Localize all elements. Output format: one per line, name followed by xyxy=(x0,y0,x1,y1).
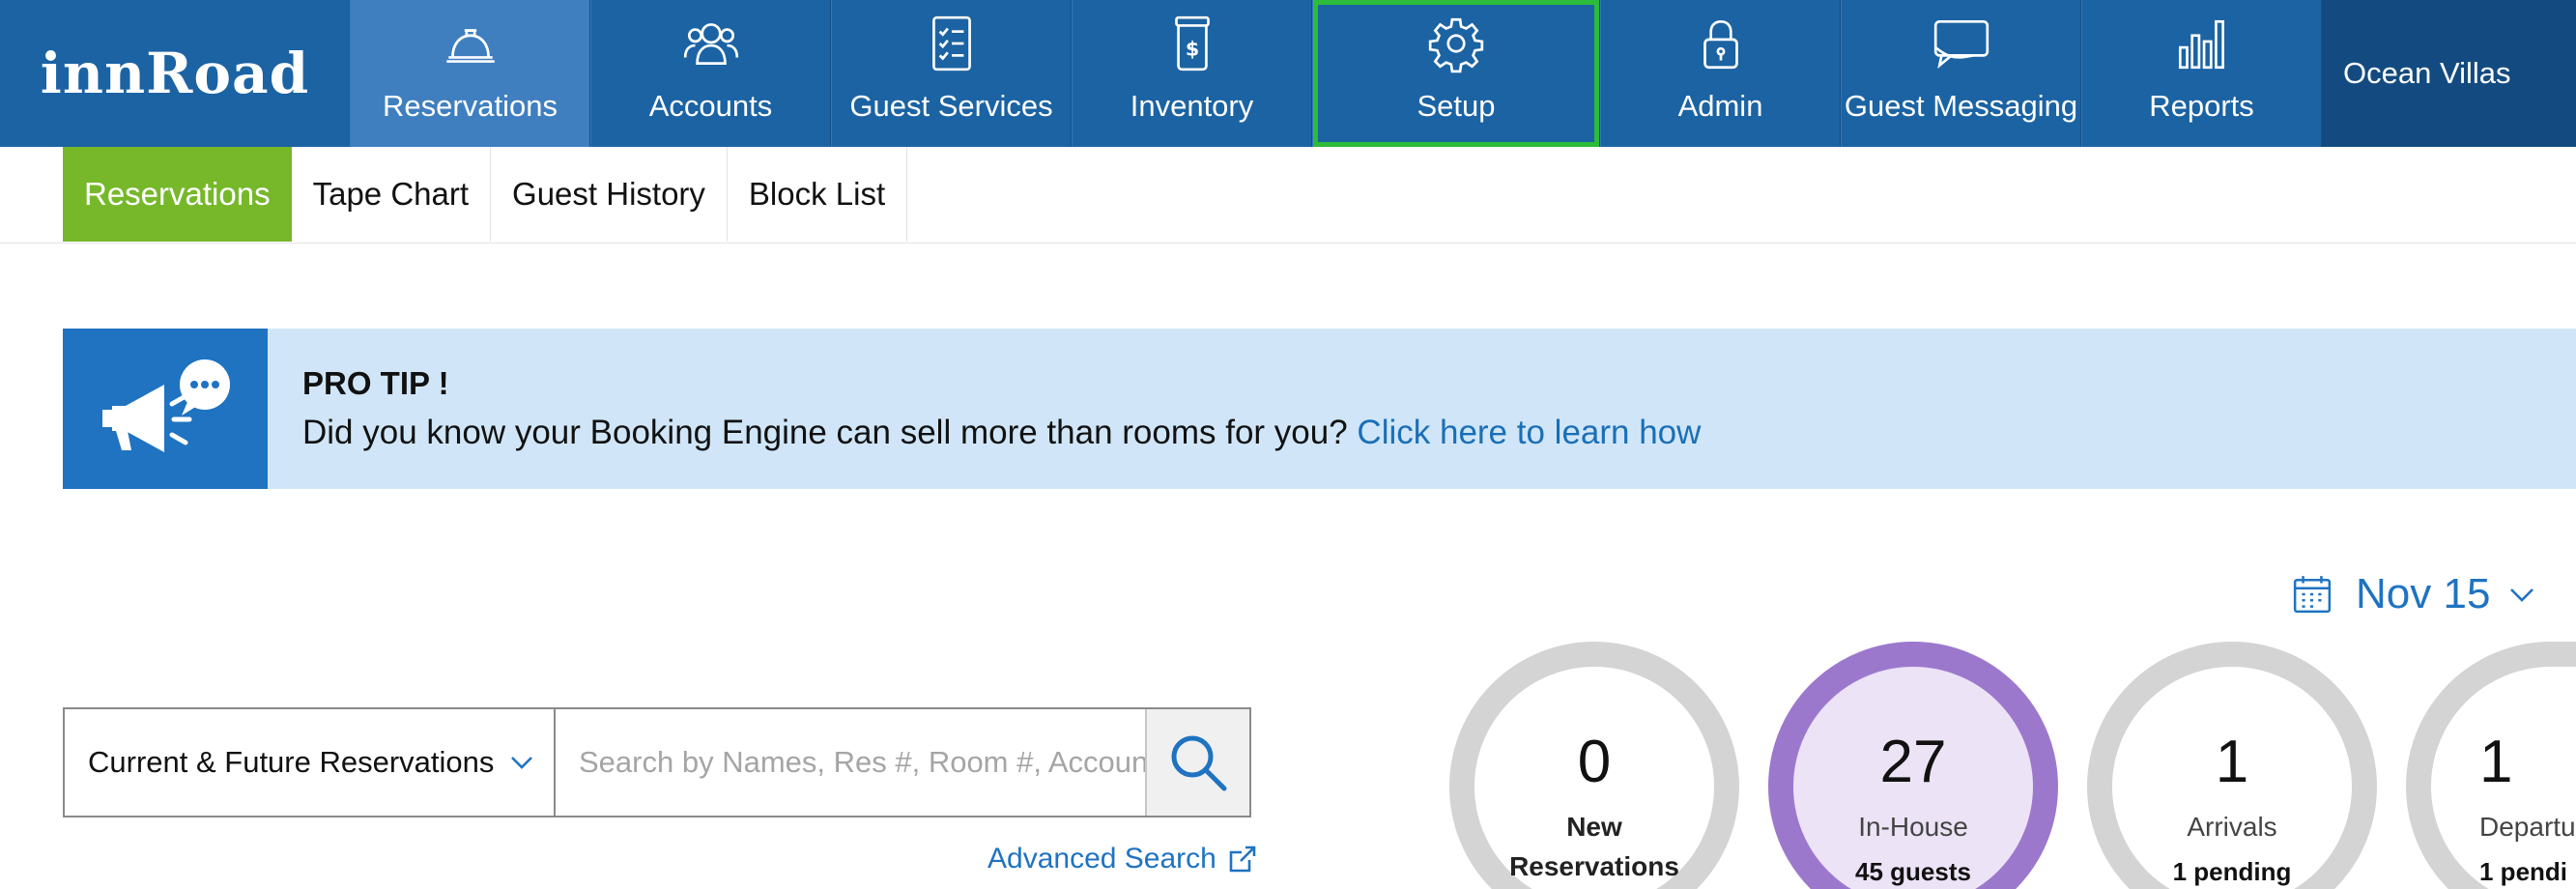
protip-title: PRO TIP ! xyxy=(302,365,449,401)
nav-label: Admin xyxy=(1677,89,1763,123)
nav-label: Inventory xyxy=(1130,89,1254,123)
property-name[interactable]: Ocean Villas xyxy=(2322,0,2576,147)
stat-label-line: Reservations xyxy=(1509,850,1679,881)
search-button[interactable] xyxy=(1145,709,1249,816)
nav-label: Guest Services xyxy=(849,89,1053,123)
date-label: Nov 15 xyxy=(2356,570,2491,617)
nav-label: Reports xyxy=(2149,89,2254,123)
stat-value: 1 xyxy=(2215,729,2249,795)
bell-icon xyxy=(445,29,495,63)
nav-accounts[interactable]: Accounts xyxy=(590,0,831,147)
stat-value: 0 xyxy=(1577,729,1612,795)
reservation-filter-dropdown[interactable]: Current & Future Reservations xyxy=(65,709,556,816)
top-navigation: innRoad Reservations Accounts Guest Serv… xyxy=(0,0,2576,147)
external-link-icon xyxy=(1229,846,1256,873)
users-icon xyxy=(683,23,738,65)
protip-text: PRO TIP ! Did you know your Booking Engi… xyxy=(268,329,1701,489)
megaphone-icon xyxy=(102,359,230,452)
stat-label: Departu xyxy=(2479,812,2576,842)
subtab-tape-chart[interactable]: Tape Chart xyxy=(292,147,492,242)
nav-reports[interactable]: Reports xyxy=(2081,0,2322,147)
stat-arrivals[interactable]: 1 Arrivals 1 pending xyxy=(2087,642,2377,889)
stat-subtext: 1 pendi xyxy=(2479,856,2568,886)
protip-icon-box xyxy=(63,329,268,489)
sub-navigation: Reservations Tape Chart Guest History Bl… xyxy=(0,147,2576,244)
search-input[interactable] xyxy=(556,709,1145,816)
nav-label: Guest Messaging xyxy=(1844,89,2078,123)
stat-in-house[interactable]: 27 In-House 45 guests xyxy=(1768,642,2058,889)
stat-value: 27 xyxy=(1879,729,1947,795)
stat-label: In-House xyxy=(1858,812,1968,842)
lock-icon xyxy=(1703,19,1738,70)
stat-departures[interactable]: 1 Departu 1 pendi xyxy=(2406,642,2576,889)
filter-value: Current & Future Reservations xyxy=(88,745,495,779)
nav-reservations[interactable]: Reservations xyxy=(350,0,590,147)
calendar-icon xyxy=(2293,576,2332,614)
stat-subtext: 1 pending xyxy=(2172,856,2292,886)
nav-label: Accounts xyxy=(648,89,773,123)
bar-chart-icon xyxy=(2178,19,2224,70)
advanced-search-link[interactable]: Advanced Search xyxy=(987,843,1257,875)
stat-label: Arrivals xyxy=(2187,812,2277,842)
dollar-jar-icon: $ xyxy=(1174,15,1210,72)
stat-value: 1 xyxy=(2479,729,2513,795)
protip-body: Did you know your Booking Engine can sel… xyxy=(302,414,1701,452)
chevron-down-icon xyxy=(511,757,533,769)
nav-setup[interactable]: Setup xyxy=(1312,0,1600,147)
stat-label-line: New xyxy=(1566,812,1622,842)
gear-icon xyxy=(1428,17,1484,73)
search-icon xyxy=(1171,735,1227,791)
nav-label: Setup xyxy=(1417,89,1496,123)
nav-label: Reservations xyxy=(383,89,558,123)
nav-inventory[interactable]: $ Inventory xyxy=(1072,0,1312,147)
subtab-block-list[interactable]: Block List xyxy=(728,147,908,242)
stat-subtext: 45 guests xyxy=(1855,856,1971,886)
subtab-reservations[interactable]: Reservations xyxy=(63,147,292,242)
svg-text:$: $ xyxy=(1185,37,1198,60)
protip-message: Did you know your Booking Engine can sel… xyxy=(302,414,1348,451)
subtab-guest-history[interactable]: Guest History xyxy=(491,147,728,242)
chevron-down-icon xyxy=(2510,588,2534,602)
nav-guest-services[interactable]: Guest Services xyxy=(831,0,1072,147)
checklist-icon xyxy=(931,15,971,72)
date-selector[interactable]: Nov 15 xyxy=(2292,570,2560,618)
chat-icon xyxy=(1933,19,1989,70)
nav-admin[interactable]: Admin xyxy=(1600,0,1841,147)
stat-new-reservations[interactable]: 0 New Reservations xyxy=(1449,642,1739,889)
reservation-search: Current & Future Reservations xyxy=(63,707,1251,817)
advanced-search-label: Advanced Search xyxy=(987,843,1216,875)
pro-tip-banner: PRO TIP ! Did you know your Booking Engi… xyxy=(63,329,2576,489)
stat-label: New Reservations xyxy=(1509,808,1679,886)
innroad-logo[interactable]: innRoad xyxy=(0,0,350,147)
nav-guest-messaging[interactable]: Guest Messaging xyxy=(1841,0,2081,147)
protip-learn-link[interactable]: Click here to learn how xyxy=(1357,414,1701,451)
